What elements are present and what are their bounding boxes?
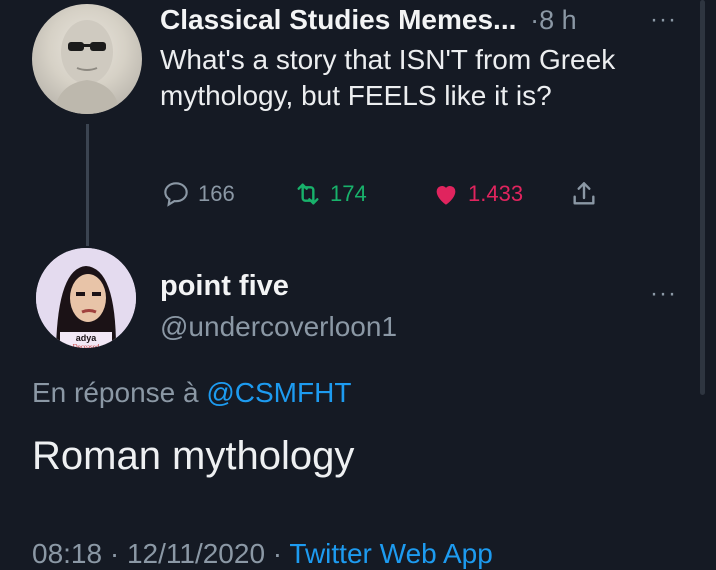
in-reply-prefix: En réponse à xyxy=(32,377,199,408)
thread-connector-line xyxy=(86,124,89,246)
in-reply-handle-link[interactable]: @CSMFHT xyxy=(206,377,351,408)
reply-icon xyxy=(164,182,188,207)
more-options-icon[interactable]: ··· xyxy=(650,6,677,34)
tweet-text: What's a story that ISN'T from Greek myt… xyxy=(160,44,616,111)
client-link[interactable]: Twitter Web App xyxy=(289,538,492,569)
tweet-actions: 166 174 1.433 xyxy=(160,176,620,212)
scrollbar[interactable] xyxy=(700,0,705,395)
avatar[interactable]: adya Deceased xyxy=(36,248,136,348)
retweet-button[interactable]: 174 xyxy=(292,176,367,212)
avatar[interactable] xyxy=(32,4,142,114)
share-icon xyxy=(573,182,595,205)
like-button[interactable]: 1.433 xyxy=(430,176,523,212)
svg-text:adya: adya xyxy=(76,333,98,343)
reply-author-name[interactable]: point five xyxy=(160,270,289,303)
reply-author-handle[interactable]: @undercoverloon1 xyxy=(160,311,397,343)
reply-button[interactable]: 166 xyxy=(160,176,235,212)
svg-text:Deceased: Deceased xyxy=(73,343,100,348)
cartoon-avatar-image: adya Deceased xyxy=(36,248,136,348)
retweet-icon xyxy=(297,183,319,205)
heart-icon xyxy=(436,186,456,205)
bust-avatar-image xyxy=(54,20,120,114)
tweet-footer: 08:18 · 12/11/2020 · Twitter Web App xyxy=(32,538,493,570)
tweet-thread: Classical Studies Memes... ·8 h ··· What… xyxy=(0,0,716,569)
share-button[interactable] xyxy=(568,176,600,212)
tweet-time[interactable]: ·8 h xyxy=(530,5,577,35)
author-name[interactable]: Classical Studies Memes... xyxy=(160,4,516,35)
reply-text: Roman mythology xyxy=(32,434,355,478)
more-options-icon[interactable]: ··· xyxy=(650,280,677,308)
like-count: 1.433 xyxy=(468,181,524,206)
reply-count: 166 xyxy=(198,181,235,206)
in-reply-to: En réponse à @CSMFHT xyxy=(32,377,351,409)
retweet-count: 174 xyxy=(330,181,367,206)
tweet-header: Classical Studies Memes... ·8 h xyxy=(160,4,577,36)
timestamp[interactable]: 08:18 · 12/11/2020 · xyxy=(32,538,282,569)
